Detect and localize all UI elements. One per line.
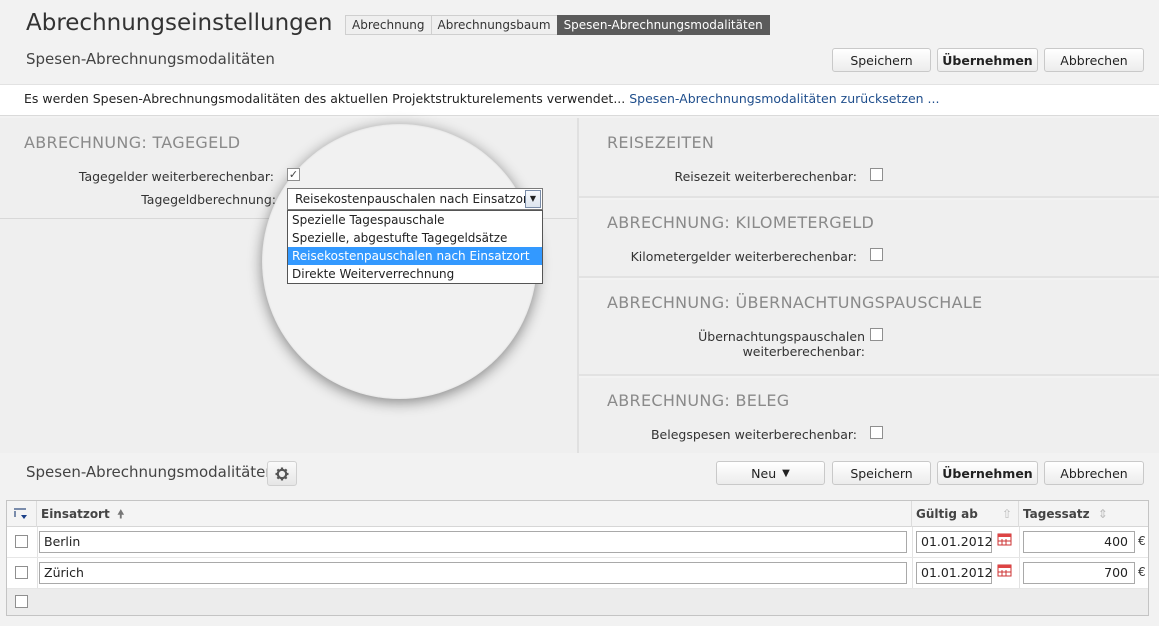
column-chooser-icon <box>14 508 27 519</box>
page-title: Abrechnungseinstellungen <box>26 10 333 36</box>
tagegeld-billable-checkbox[interactable] <box>287 168 300 181</box>
kilometergeld-section <box>579 200 1159 278</box>
new-row <box>7 589 1148 615</box>
lower-save-button[interactable]: Speichern <box>832 461 931 485</box>
currency-label: € <box>1138 565 1146 579</box>
tagegeld-calc-label: Tagegeldberechnung: <box>141 192 276 207</box>
beleg-checkbox[interactable] <box>870 426 883 439</box>
chevron-down-icon: ▼ <box>782 467 790 479</box>
uebernachtung-checkbox[interactable] <box>870 328 883 341</box>
location-field[interactable]: Zürich <box>39 562 907 584</box>
select-value: Reisekostenpauschalen nach Einsatzort <box>295 192 533 206</box>
uebernachtung-title: ABRECHNUNG: ÜBERNACHTUNGSPAUSCHALE <box>607 293 983 312</box>
column-rate-label: Tagessatz <box>1023 507 1090 521</box>
row-checkbox[interactable] <box>15 535 28 548</box>
calendar-icon[interactable] <box>997 533 1013 547</box>
reset-link[interactable]: Spesen-Abrechnungsmodalitäten zurücksetz… <box>629 91 939 106</box>
lower-apply-button[interactable]: Übernehmen <box>937 461 1038 485</box>
column-valid-from-label: Gültig ab <box>916 507 978 521</box>
page-subtitle: Spesen-Abrechnungsmodalitäten <box>26 50 275 68</box>
table-row: Zürich 01.01.2012 700 € <box>7 558 1148 589</box>
uebernachtung-label: Übernachtungspauschalen weiterberechenba… <box>698 329 865 359</box>
tab-abrechnung[interactable]: Abrechnung <box>345 15 432 35</box>
table-header: Einsatzort 🠝 Gültig ab ⇧ Tagessatz ⇕ <box>7 501 1148 527</box>
column-location-label: Einsatzort <box>41 507 110 521</box>
settings-button[interactable] <box>267 461 297 486</box>
kilometergeld-label: Kilometergelder weiterberechenbar: <box>630 249 857 264</box>
column-location[interactable]: Einsatzort 🠝 <box>37 501 912 527</box>
valid-from-field[interactable]: 01.01.2012 <box>916 562 993 584</box>
option-spezielle-tagespauschale[interactable]: Spezielle Tagespauschale <box>288 211 542 229</box>
sort-asc-icon: 🠝 <box>116 507 125 521</box>
kilometergeld-title: ABRECHNUNG: KILOMETERGELD <box>607 213 875 232</box>
beleg-title: ABRECHNUNG: BELEG <box>607 391 790 410</box>
cancel-button[interactable]: Abbrechen <box>1044 48 1144 72</box>
info-bar: Es werden Spesen-Abrechnungsmodalitäten … <box>0 84 1159 116</box>
column-valid-from[interactable]: Gültig ab ⇧ <box>912 501 1019 527</box>
option-direkte-weiterverrechnung[interactable]: Direkte Weiterverrechnung <box>288 265 542 283</box>
save-button[interactable]: Speichern <box>832 48 931 72</box>
lower-cancel-button[interactable]: Abbrechen <box>1044 461 1144 485</box>
tab-abrechnungsbaum[interactable]: Abrechnungsbaum <box>430 15 558 35</box>
new-row-checkbox[interactable] <box>15 595 28 608</box>
option-abgestufte-tagegeldsaetze[interactable]: Spezielle, abgestufte Tagegeldsätze <box>288 229 542 247</box>
tagegeld-calc-select[interactable]: Reisekostenpauschalen nach Einsatzort ▼ <box>287 188 543 210</box>
sort-icon: ⇧ <box>1001 507 1012 521</box>
reisezeit-label: Reisezeit weiterberechenbar: <box>674 169 857 184</box>
dropdown-arrow-icon[interactable]: ▼ <box>525 190 541 208</box>
row-checkbox[interactable] <box>15 566 28 579</box>
modalities-table: Einsatzort 🠝 Gültig ab ⇧ Tagessatz ⇕ Ber… <box>6 500 1149 616</box>
tagegeld-title: ABRECHNUNG: TAGEGELD <box>24 133 241 152</box>
reisezeit-checkbox[interactable] <box>870 168 883 181</box>
tab-bar: Abrechnung Abrechnungsbaum Spesen-Abrech… <box>345 15 770 35</box>
column-chooser[interactable] <box>7 501 37 527</box>
table-row: Berlin 01.01.2012 400 € <box>7 527 1148 558</box>
lower-section-title: Spesen-Abrechnungsmodalitäten <box>26 463 275 481</box>
beleg-label: Belegspesen weiterberechenbar: <box>650 427 857 442</box>
reisezeiten-title: REISEZEITEN <box>607 133 715 152</box>
info-text: Es werden Spesen-Abrechnungsmodalitäten … <box>24 91 626 106</box>
valid-from-field[interactable]: 01.01.2012 <box>916 531 993 553</box>
rate-field[interactable]: 700 <box>1023 562 1135 584</box>
new-button[interactable]: Neu ▼ <box>716 461 825 485</box>
tagegeld-billable-label: Tagegelder weiterberechenbar: <box>78 169 274 184</box>
sort-icon: ⇕ <box>1097 507 1108 521</box>
location-field[interactable]: Berlin <box>39 531 907 553</box>
currency-label: € <box>1138 534 1146 548</box>
tagegeld-calc-dropdown: Spezielle Tagespauschale Spezielle, abge… <box>287 210 543 284</box>
reisezeiten-section <box>579 118 1159 198</box>
gear-icon <box>275 467 289 480</box>
tab-spesen-abrechnungsmodalitaeten[interactable]: Spesen-Abrechnungsmodalitäten <box>556 15 770 35</box>
rate-field[interactable]: 400 <box>1023 531 1135 553</box>
kilometergeld-checkbox[interactable] <box>870 248 883 261</box>
calendar-icon[interactable] <box>997 564 1013 578</box>
option-reisekostenpauschalen[interactable]: Reisekostenpauschalen nach Einsatzort <box>288 247 542 265</box>
column-rate[interactable]: Tagessatz ⇕ <box>1019 501 1148 527</box>
new-button-label: Neu <box>751 465 777 481</box>
apply-button[interactable]: Übernehmen <box>937 48 1038 72</box>
